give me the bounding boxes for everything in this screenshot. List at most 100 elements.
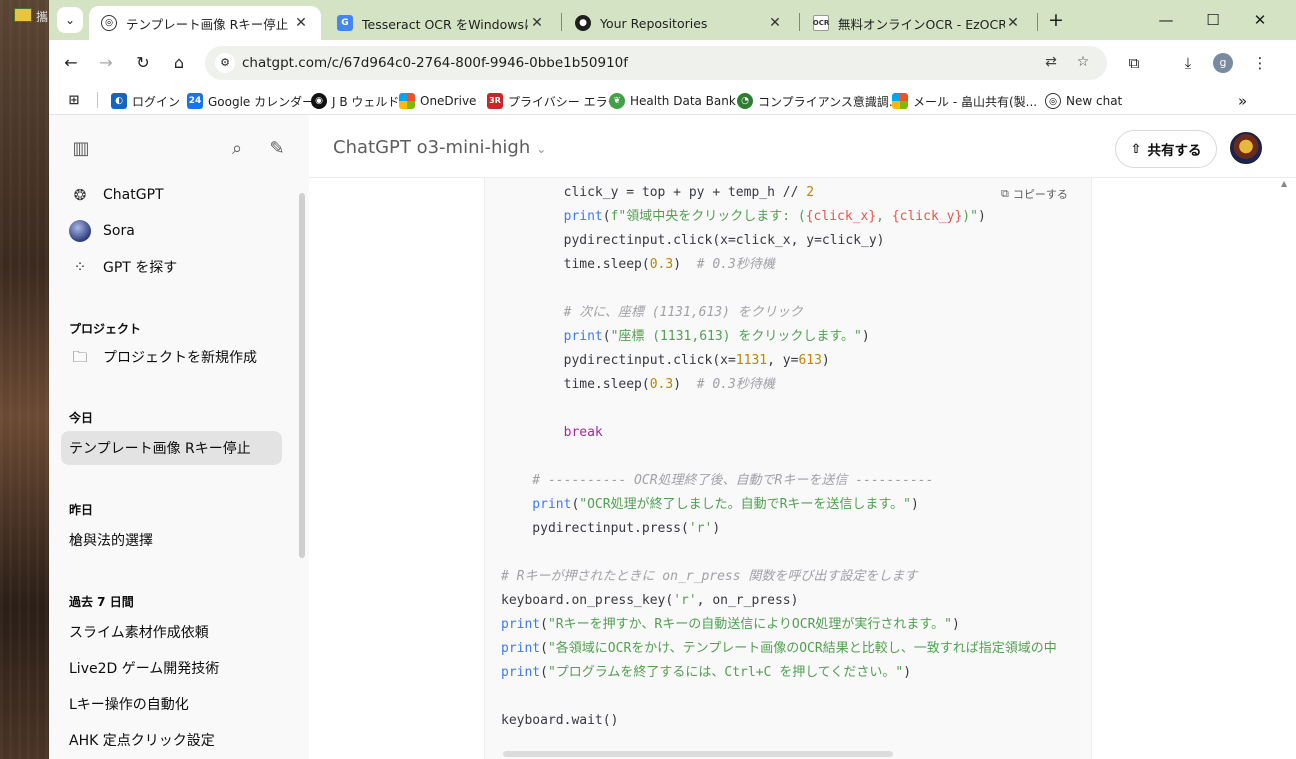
- code-token: ): [903, 665, 912, 680]
- code-token: pydirectinput.click(x=click_x, y=click_y…: [501, 233, 885, 248]
- close-icon[interactable]: ✕: [529, 15, 545, 31]
- code-token: 0.3: [649, 377, 674, 392]
- section-heading-projects: プロジェクト: [69, 322, 142, 336]
- apps-grid-icon[interactable]: ⊞: [66, 91, 87, 111]
- bookmark-health-data-bank[interactable]: ❦ Health Data Bank: [609, 91, 736, 111]
- bookmark-google-calendar[interactable]: 24 Google カレンダー: [187, 91, 314, 111]
- download-icon[interactable]: ⤓: [1176, 51, 1200, 75]
- sidebar-scrollbar[interactable]: [299, 193, 305, 558]
- code-line: print("プログラムを終了するには、Ctrl+C を押してください。"): [501, 663, 911, 683]
- code-token: (: [602, 209, 611, 224]
- user-avatar[interactable]: [1230, 132, 1262, 164]
- browser-window: ⌄ ◎ テンプレート画像 Rキー停止 ✕ G Tesseract OCR をWi…: [49, 0, 1296, 759]
- chat-history-item[interactable]: 槍與法的選擇: [61, 523, 282, 557]
- bookmark-star-icon[interactable]: ☆: [1073, 54, 1093, 74]
- tab-search-button[interactable]: ⌄: [57, 7, 83, 33]
- share-icon: ⇧: [1130, 141, 1142, 157]
- extensions-icon[interactable]: ⧉: [1122, 51, 1146, 75]
- code-token: , on_r_press): [696, 593, 799, 608]
- bookmark-compliance-survey[interactable]: ◔ コンプライアンス意識調...: [737, 91, 900, 111]
- search-icon[interactable]: ⌕: [224, 136, 250, 162]
- tab-github[interactable]: ● Your Repositories ✕: [563, 6, 795, 40]
- tab-divider: [561, 13, 562, 31]
- chat-history-item[interactable]: スライム素材作成依頼: [61, 615, 282, 649]
- code-token: # 0.3秒待機: [696, 377, 775, 392]
- bookmark-onedrive[interactable]: OneDrive: [399, 91, 476, 111]
- translate-icon[interactable]: ⇄: [1041, 54, 1061, 74]
- code-horizontal-scrollbar[interactable]: [503, 751, 893, 757]
- chat-history-item[interactable]: テンプレート画像 Rキー停止: [61, 431, 282, 465]
- reload-button[interactable]: ↻: [131, 51, 155, 75]
- tab-divider: [1037, 13, 1038, 31]
- close-icon[interactable]: ✕: [1005, 15, 1021, 31]
- openai-icon: ❂: [73, 186, 87, 204]
- bookmarks-divider: [97, 92, 98, 108]
- code-token: 613: [798, 353, 822, 368]
- site-info-icon[interactable]: ⚙: [215, 53, 235, 73]
- chat-history-item[interactable]: Lキー操作の自動化: [61, 687, 282, 721]
- code-line: # 次に、座標 (1131,613) をクリック: [501, 303, 803, 323]
- new-chat-icon[interactable]: ✎: [264, 136, 290, 162]
- tab-title: Tesseract OCR をWindowsにインス: [362, 16, 529, 32]
- tab-tesseract[interactable]: G Tesseract OCR をWindowsにインス ✕: [325, 6, 557, 40]
- code-token: (: [540, 665, 548, 680]
- code-token: ): [712, 521, 721, 536]
- bookmarks-bar: ⊞ ◐ ログイン 24 Google カレンダー ◉ J B ウェルド OneD…: [49, 86, 1296, 115]
- close-icon[interactable]: ✕: [293, 15, 309, 31]
- microsoft-icon: [399, 93, 415, 109]
- new-tab-button[interactable]: +: [1045, 9, 1067, 31]
- code-token: ): [821, 353, 830, 368]
- code-token: 'r': [688, 521, 713, 536]
- chat-title: スライム素材作成依頼: [69, 625, 209, 641]
- code-token: click_y = top + py + temp_h //: [501, 185, 807, 200]
- back-button[interactable]: ←: [59, 51, 83, 75]
- main-scrollbar[interactable]: ▲: [1279, 179, 1291, 759]
- desktop-app-label: 攜: [36, 10, 49, 24]
- bookmark-new-chat[interactable]: ◎ New chat: [1045, 91, 1122, 111]
- desktop-app-icon[interactable]: [14, 8, 32, 22]
- bookmark-label: New chat: [1066, 94, 1123, 108]
- window-close-button[interactable]: ✕: [1237, 8, 1283, 32]
- address-bar[interactable]: ⚙ chatgpt.com/c/67d964c0-2764-800f-9946-…: [205, 46, 1107, 80]
- code-line: pydirectinput.click(x=1131, y=613): [501, 351, 830, 371]
- chevron-down-icon: ⌄: [64, 13, 76, 27]
- sidebar-toggle-icon[interactable]: ▥: [68, 136, 94, 162]
- copy-label: コピーする: [1012, 188, 1068, 201]
- model-selector[interactable]: ChatGPT o3-mini-high ⌄: [333, 137, 546, 158]
- bookmark-jb-weld[interactable]: ◉ J B ウェルド: [311, 91, 399, 111]
- jb-icon: ◉: [311, 93, 327, 109]
- home-button[interactable]: ⌂: [167, 51, 191, 75]
- folder-plus-icon: 🗀: [72, 348, 88, 366]
- close-icon[interactable]: ✕: [767, 15, 783, 31]
- bookmark-login[interactable]: ◐ ログイン: [111, 91, 180, 111]
- sidebar-item-chatgpt[interactable]: ❂ ChatGPT: [61, 178, 282, 212]
- scroll-up-icon[interactable]: ▲: [1281, 179, 1287, 188]
- forward-button[interactable]: →: [94, 51, 118, 75]
- tab-chatgpt[interactable]: ◎ テンプレート画像 Rキー停止 ✕: [89, 6, 321, 40]
- bookmark-privacy-error[interactable]: 3R プライバシー エラー: [487, 91, 620, 111]
- tab-divider: [799, 13, 800, 31]
- tab-ezocr[interactable]: OCR 無料オンラインOCR - EzOCR ✕: [801, 6, 1033, 40]
- copy-code-button[interactable]: ⧉ コピーする: [1001, 186, 1068, 202]
- chat-history-item[interactable]: AHK 定点クリック設定: [61, 723, 282, 757]
- new-project-button[interactable]: 🗀 プロジェクトを新規作成: [61, 340, 282, 374]
- menu-kebab-icon[interactable]: ⋮: [1248, 51, 1272, 75]
- url-text[interactable]: chatgpt.com/c/67d964c0-2764-800f-9946-0b…: [242, 55, 628, 71]
- code-token: time.sleep(: [501, 377, 650, 392]
- share-button[interactable]: ⇧ 共有する: [1115, 130, 1217, 168]
- sora-icon: [69, 220, 91, 242]
- tab-title: テンプレート画像 Rキー停止: [126, 16, 289, 32]
- bookmark-mail[interactable]: メール - 畠山共有(製...: [892, 91, 1037, 111]
- code-token: "Rキーを押すか、Rキーの自動送信によりOCR処理が実行されます。": [547, 617, 952, 632]
- maximize-button[interactable]: ☐: [1190, 8, 1236, 32]
- bookmarks-overflow-icon[interactable]: »: [1238, 91, 1247, 111]
- code-line: time.sleep(0.3) # 0.3秒待機: [501, 255, 775, 275]
- profile-avatar[interactable]: g: [1213, 53, 1233, 73]
- section-heading-yesterday: 昨日: [69, 503, 94, 517]
- minimize-button[interactable]: —: [1143, 8, 1189, 32]
- code-token: {click_y}: [891, 209, 963, 224]
- sidebar-item-explore-gpts[interactable]: ⁘ GPT を探す: [61, 250, 282, 284]
- chat-history-item[interactable]: Live2D ゲーム開発技術: [61, 651, 282, 685]
- code-token: ): [673, 377, 697, 392]
- sidebar-item-sora[interactable]: Sora: [61, 214, 282, 248]
